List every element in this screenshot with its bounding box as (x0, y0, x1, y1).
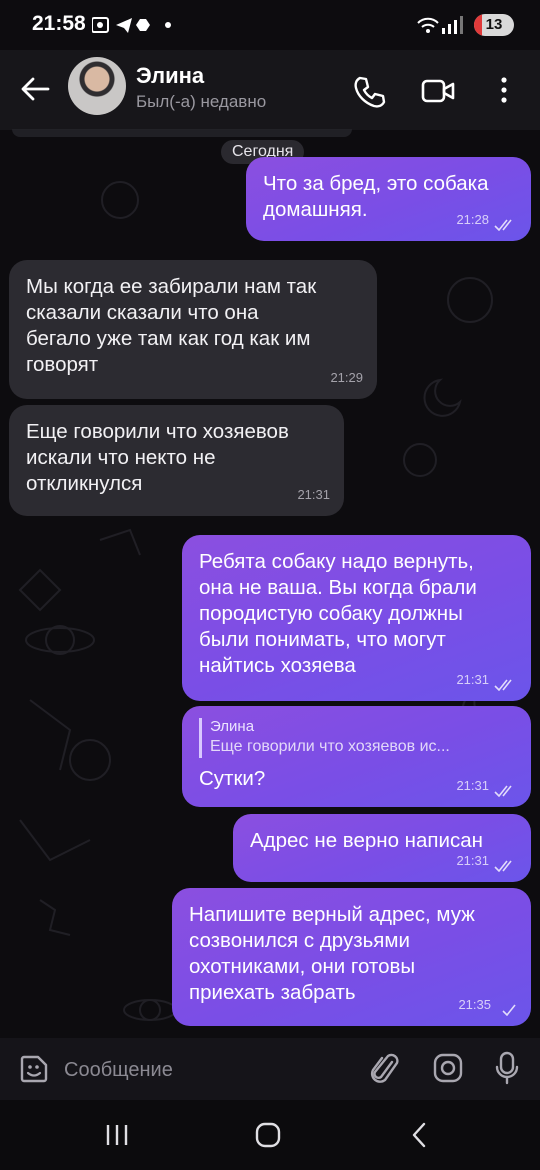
message-bubble-incoming[interactable]: Мы когда ее забирали нам так сказали ска… (9, 260, 377, 399)
message-time: 21:31 (456, 672, 489, 687)
message-bubble-outgoing-reply[interactable]: Элина Еще говорили что хозяевов ис... Су… (182, 706, 531, 807)
double-check-icon (494, 219, 512, 231)
single-check-icon (502, 1004, 516, 1016)
message-text: Ребята собаку надо вернуть, она не ваша.… (199, 550, 477, 677)
double-check-icon (494, 860, 512, 872)
double-check-icon (494, 679, 512, 691)
back-arrow-icon[interactable] (18, 72, 52, 106)
status-time: 21:58 (32, 12, 86, 35)
reply-preview: Еще говорили что хозяевов ис... (210, 738, 450, 755)
message-bubble-outgoing[interactable]: Что за бред, это собака домашняя. 21:28 (246, 157, 531, 241)
double-check-icon (494, 785, 512, 797)
microphone-icon[interactable] (494, 1050, 520, 1086)
home-icon[interactable] (255, 1122, 281, 1148)
message-bubble-outgoing[interactable]: Адрес не верно написан 21:31 (233, 814, 531, 882)
phone-call-icon[interactable] (352, 74, 386, 108)
message-input[interactable] (62, 1052, 356, 1088)
system-navigation-bar (0, 1100, 540, 1170)
message-text: Еще говорили что хозяевов искали что нек… (26, 420, 289, 495)
message-text: Мы когда ее забирали нам так сказали ска… (26, 275, 317, 376)
contact-name[interactable]: Элина (136, 63, 204, 89)
more-options-icon[interactable] (494, 72, 514, 108)
signal-icon (442, 16, 463, 34)
system-status-icons: 13 (414, 13, 514, 37)
battery-indicator: 13 (474, 14, 514, 36)
battery-percent: 13 (485, 16, 503, 33)
previous-message-edge (12, 129, 352, 137)
recent-apps-icon[interactable] (104, 1124, 130, 1146)
instant-camera-icon[interactable] (432, 1052, 464, 1084)
back-chevron-icon[interactable] (410, 1122, 428, 1148)
message-bubble-outgoing[interactable]: Ребята собаку надо вернуть, она не ваша.… (182, 535, 531, 701)
contact-avatar[interactable] (68, 57, 126, 115)
message-time: 21:29 (330, 370, 363, 385)
message-composer (0, 1038, 540, 1100)
attach-paperclip-icon[interactable] (370, 1052, 400, 1086)
reply-author: Элина (210, 718, 255, 735)
status-bar: 21:58 13 (0, 0, 540, 50)
notification-icons (92, 17, 171, 33)
chat-header: Элина Был(-а) недавно (0, 50, 540, 130)
message-time: 21:31 (456, 778, 489, 793)
battery-level (474, 14, 482, 36)
message-time: 21:35 (458, 997, 491, 1012)
message-bubble-incoming[interactable]: Еще говорили что хозяевов искали что нек… (9, 405, 344, 516)
video-call-icon[interactable] (420, 74, 456, 108)
message-time: 21:31 (297, 487, 330, 502)
telegram-chat-screen: 21:58 13 Элина Был(-а) недавно Сегодня Ч… (0, 0, 540, 1170)
message-text: Напишите верный адрес, муж созвонился с … (189, 903, 475, 1004)
sticker-emoji-icon[interactable] (18, 1053, 50, 1085)
contact-last-seen: Был(-а) недавно (136, 92, 267, 111)
message-time: 21:31 (456, 853, 489, 868)
message-bubble-outgoing[interactable]: Напишите верный адрес, муж созвонился с … (172, 888, 531, 1026)
reply-quote[interactable]: Элина Еще говорили что хозяевов ис... (199, 718, 515, 758)
message-time: 21:28 (456, 212, 489, 227)
wifi-icon (417, 17, 439, 33)
